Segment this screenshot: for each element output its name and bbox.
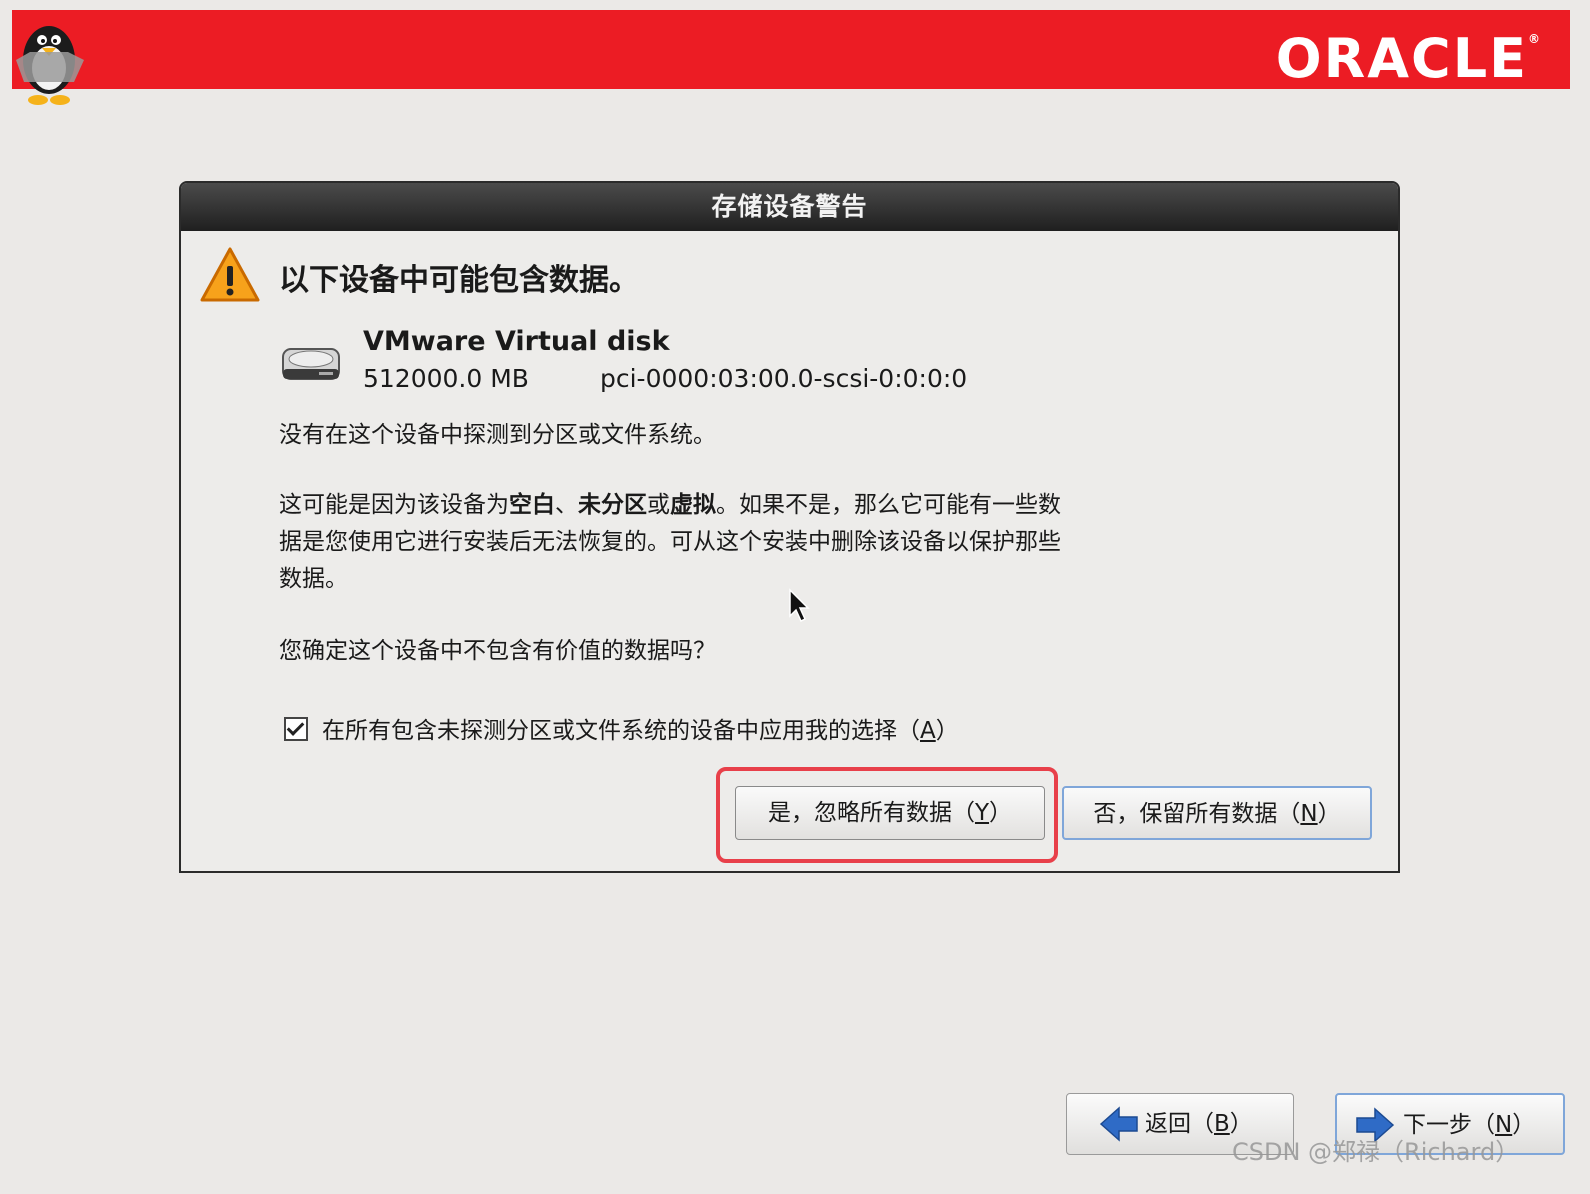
dialog-title: 存储设备警告 — [181, 183, 1398, 231]
tux-penguin-icon — [16, 26, 84, 105]
device-name: VMware Virtual disk — [363, 326, 670, 357]
oracle-banner: ORACLE® — [12, 10, 1570, 90]
apply-all-label: 在所有包含未探测分区或文件系统的设备中应用我的选择（ — [322, 718, 920, 744]
yes-button-label: 是，忽略所有数据（ — [767, 800, 975, 826]
back-button-mnemonic: B — [1214, 1111, 1230, 1137]
oracle-logo-text: ORACLE — [1275, 27, 1528, 90]
yes-button-close: ） — [989, 800, 1013, 826]
device-size: 512000.0 MB — [363, 364, 529, 393]
explanation-virtual: 虚拟 — [670, 492, 716, 518]
dialog-heading: 以下设备中可能包含数据。 — [279, 263, 639, 298]
watermark: CSDN @郑禄（Richard） — [1232, 1138, 1520, 1166]
no-button-close: ） — [1317, 801, 1341, 827]
explanation-part1: 这可能是因为该设备为 — [279, 492, 509, 518]
hard-disk-icon — [282, 348, 340, 380]
device-path: pci-0000:03:00.0-scsi-0:0:0:0 — [600, 364, 968, 393]
yes-ignore-data-button[interactable]: 是，忽略所有数据（Y） — [735, 786, 1045, 840]
mouse-cursor-icon — [789, 588, 810, 623]
oracle-logo: ORACLE® — [1276, 24, 1542, 94]
explanation-or: 或 — [647, 492, 670, 518]
back-button-label: 返回（ — [1145, 1111, 1214, 1137]
no-keep-data-button[interactable]: 否，保留所有数据（N） — [1062, 786, 1372, 840]
explanation-unpartitioned: 未分区 — [578, 492, 647, 518]
registered-mark: ® — [1528, 32, 1542, 46]
no-partition-text: 没有在这个设备中探测到分区或文件系统。 — [279, 422, 716, 448]
storage-warning-dialog: 存储设备警告 以下设备中可能包含数据。 VMware Virtual disk … — [179, 181, 1400, 873]
arrow-left-icon — [1099, 1106, 1138, 1142]
no-button-mnemonic: N — [1300, 801, 1318, 827]
warning-icon — [200, 247, 260, 302]
explanation-blank: 空白 — [509, 492, 555, 518]
apply-all-checkbox-row[interactable]: 在所有包含未探测分区或文件系统的设备中应用我的选择（A） — [284, 716, 959, 746]
confirm-question: 您确定这个设备中不包含有价值的数据吗？ — [279, 638, 716, 664]
apply-all-checkbox[interactable] — [284, 717, 308, 741]
apply-all-mnemonic: A — [920, 718, 936, 744]
explanation-text: 这可能是因为该设备为空白、未分区或虚拟。如果不是，那么它可能有一些数据是您使用它… — [279, 487, 1079, 598]
explanation-sep: 、 — [555, 492, 578, 518]
no-button-label: 否，保留所有数据（ — [1093, 801, 1301, 827]
yes-button-mnemonic: Y — [974, 800, 990, 826]
apply-all-close: ） — [935, 718, 959, 744]
